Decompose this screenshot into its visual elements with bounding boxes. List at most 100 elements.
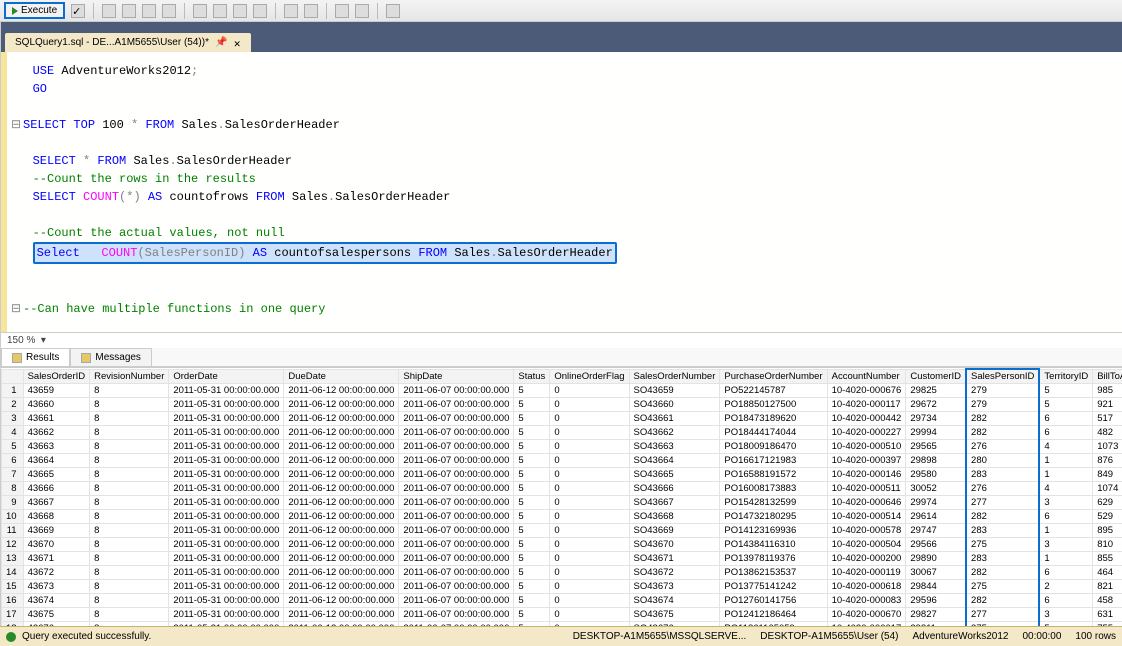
cell: 2011-05-31 00:00:00.000: [169, 412, 284, 426]
cell: 2011-06-12 00:00:00.000: [284, 524, 399, 538]
cell: 810: [1093, 538, 1122, 552]
table-row[interactable]: 134367182011-05-31 00:00:00.0002011-06-1…: [2, 552, 1122, 566]
table-row[interactable]: 94366782011-05-31 00:00:00.0002011-06-12…: [2, 496, 1122, 510]
cell: 10-4020-000510: [827, 440, 906, 454]
cell: 2011-05-31 00:00:00.000: [169, 426, 284, 440]
cell: 282: [966, 594, 1039, 608]
column-header[interactable]: [2, 369, 24, 384]
column-header[interactable]: PurchaseOrderNumber: [720, 369, 827, 384]
cell: PO522145787: [720, 384, 827, 398]
column-header[interactable]: Status: [514, 369, 550, 384]
cell: 2011-05-31 00:00:00.000: [169, 594, 284, 608]
column-header[interactable]: SalesOrderID: [23, 369, 90, 384]
cell: 0: [550, 412, 629, 426]
toolbar-icon[interactable]: [284, 4, 298, 18]
table-row[interactable]: 74366582011-05-31 00:00:00.0002011-06-12…: [2, 468, 1122, 482]
table-row[interactable]: 24366082011-05-31 00:00:00.0002011-06-12…: [2, 398, 1122, 412]
tab-sqlquery1[interactable]: SQLQuery1.sql - DE...A1M5655\User (54))*…: [5, 33, 251, 52]
cell: 0: [550, 552, 629, 566]
cell: 43676: [23, 622, 90, 627]
cell: 6: [2, 454, 24, 468]
cell: SO43665: [629, 468, 720, 482]
toolbar-separator: [184, 3, 185, 19]
tab-results[interactable]: Results: [1, 348, 70, 366]
table-row[interactable]: 64366482011-05-31 00:00:00.0002011-06-12…: [2, 454, 1122, 468]
toolbar-icon[interactable]: [122, 4, 136, 18]
cell: 8: [90, 510, 169, 524]
cell: 2011-06-12 00:00:00.000: [284, 496, 399, 510]
cell: 0: [550, 594, 629, 608]
results-grid[interactable]: SalesOrderIDRevisionNumberOrderDateDueDa…: [1, 367, 1122, 626]
table-row[interactable]: 164367482011-05-31 00:00:00.0002011-06-1…: [2, 594, 1122, 608]
cell: 10-4020-000227: [827, 426, 906, 440]
selected-sql: Select COUNT(SalesPersonID) AS countofsa…: [33, 242, 617, 264]
column-header[interactable]: RevisionNumber: [90, 369, 169, 384]
cell: 8: [90, 496, 169, 510]
cell: 517: [1093, 412, 1122, 426]
toolbar-icon[interactable]: [335, 4, 349, 18]
cell: 0: [550, 440, 629, 454]
execute-button[interactable]: Execute: [4, 2, 65, 19]
table-row[interactable]: 14365982011-05-31 00:00:00.0002011-06-12…: [2, 384, 1122, 398]
cell: 8: [90, 440, 169, 454]
sql-editor[interactable]: USE AdventureWorks2012; GO ⊟SELECT TOP 1…: [1, 52, 1122, 332]
cell: 14: [2, 566, 24, 580]
cell: SO43666: [629, 482, 720, 496]
toolbar-icon[interactable]: [142, 4, 156, 18]
column-header[interactable]: TerritoryID: [1039, 369, 1092, 384]
cell: 6: [1039, 426, 1092, 440]
column-header[interactable]: BillToAddressID: [1093, 369, 1122, 384]
table-row[interactable]: 114366982011-05-31 00:00:00.0002011-06-1…: [2, 524, 1122, 538]
toolbar-icon[interactable]: [253, 4, 267, 18]
cell: 5: [514, 496, 550, 510]
table-row[interactable]: 84366682011-05-31 00:00:00.0002011-06-12…: [2, 482, 1122, 496]
column-header[interactable]: CustomerID: [906, 369, 966, 384]
toolbar-icon[interactable]: [304, 4, 318, 18]
table-row[interactable]: 154367382011-05-31 00:00:00.0002011-06-1…: [2, 580, 1122, 594]
cell: 5: [514, 538, 550, 552]
cell: 5: [514, 566, 550, 580]
cell: 3: [1039, 608, 1092, 622]
table-row[interactable]: 144367282011-05-31 00:00:00.0002011-06-1…: [2, 566, 1122, 580]
table-row[interactable]: 124367082011-05-31 00:00:00.0002011-06-1…: [2, 538, 1122, 552]
cell: 29890: [906, 552, 966, 566]
cell: 5: [1039, 398, 1092, 412]
pin-icon: 📌: [215, 37, 227, 48]
table-row[interactable]: 34366182011-05-31 00:00:00.0002011-06-12…: [2, 412, 1122, 426]
toolbar-icon[interactable]: [193, 4, 207, 18]
column-header[interactable]: OnlineOrderFlag: [550, 369, 629, 384]
cell: PO16617121983: [720, 454, 827, 468]
toolbar-check-icon[interactable]: ✓: [71, 4, 85, 18]
column-header[interactable]: ShipDate: [399, 369, 514, 384]
close-icon[interactable]: ✕: [233, 39, 241, 47]
cell: 5: [514, 580, 550, 594]
table-row[interactable]: 174367582011-05-31 00:00:00.0002011-06-1…: [2, 608, 1122, 622]
table-row[interactable]: 54366382011-05-31 00:00:00.0002011-06-12…: [2, 440, 1122, 454]
table-row[interactable]: 104366882011-05-31 00:00:00.0002011-06-1…: [2, 510, 1122, 524]
tab-messages[interactable]: Messages: [70, 348, 152, 366]
cell: 2: [1039, 580, 1092, 594]
column-header[interactable]: AccountNumber: [827, 369, 906, 384]
cell: 10-4020-000117: [827, 398, 906, 412]
column-header[interactable]: SalesPersonID: [966, 369, 1039, 384]
cell: 0: [550, 426, 629, 440]
column-header[interactable]: OrderDate: [169, 369, 284, 384]
column-header[interactable]: DueDate: [284, 369, 399, 384]
toolbar-icon[interactable]: [355, 4, 369, 18]
cell: PO14123169936: [720, 524, 827, 538]
cell: 29844: [906, 580, 966, 594]
toolbar-icon[interactable]: [386, 4, 400, 18]
table-row[interactable]: 184367682011-05-31 00:00:00.0002011-06-1…: [2, 622, 1122, 627]
toolbar-icon[interactable]: [102, 4, 116, 18]
column-header[interactable]: SalesOrderNumber: [629, 369, 720, 384]
zoom-level[interactable]: 150 % ▾: [1, 332, 1122, 348]
cell: 1073: [1093, 440, 1122, 454]
table-row[interactable]: 44366282011-05-31 00:00:00.0002011-06-12…: [2, 426, 1122, 440]
cell: 0: [550, 384, 629, 398]
toolbar-icon[interactable]: [233, 4, 247, 18]
toolbar-icon[interactable]: [213, 4, 227, 18]
cell: 2011-06-12 00:00:00.000: [284, 608, 399, 622]
cell: 1: [2, 384, 24, 398]
cell: 5: [2, 440, 24, 454]
toolbar-icon[interactable]: [162, 4, 176, 18]
